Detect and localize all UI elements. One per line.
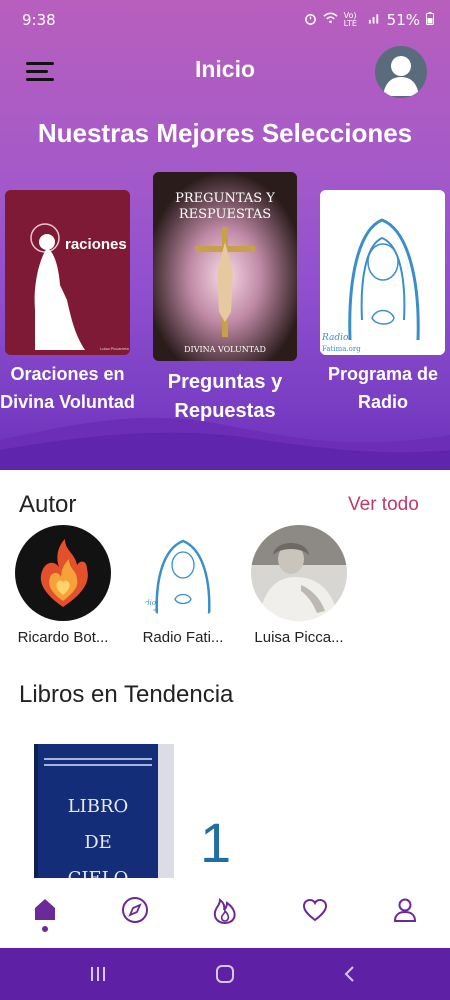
cover-text-line1: Radio xyxy=(321,333,349,343)
author-avatar xyxy=(251,525,347,621)
heart-icon xyxy=(302,898,328,922)
system-navigation-bar xyxy=(0,948,450,1000)
nav-profile[interactable] xyxy=(385,890,425,930)
author-name: Ricardo Bot... xyxy=(17,629,109,646)
alarm-icon xyxy=(304,12,317,29)
home-square-icon xyxy=(216,965,234,983)
author-item[interactable]: Ricardo Bot... xyxy=(4,525,122,646)
recent-apps-icon xyxy=(91,967,105,981)
authors-heading: Autor xyxy=(19,491,77,518)
cover-title-line1: PREGUNTAS Y xyxy=(175,191,275,206)
active-indicator-dot xyxy=(42,926,48,932)
praying-figure-image: raciones Luisa Piccarreta xyxy=(5,190,130,355)
author-name: Luisa Picca... xyxy=(254,629,344,646)
featured-label-oraciones: Oraciones en Divina Voluntad xyxy=(0,364,135,412)
logo-text-line1: adio xyxy=(141,599,156,607)
author-item[interactable]: Luisa Picca... xyxy=(240,525,358,646)
trending-book-cover[interactable]: LIBRO DE CIELO xyxy=(34,744,174,884)
bottom-navigation xyxy=(0,878,450,948)
trending-rank: 1 xyxy=(200,811,232,874)
see-all-link[interactable]: Ver todo xyxy=(348,494,419,516)
profile-avatar[interactable] xyxy=(375,46,427,98)
wifi-icon xyxy=(323,12,338,28)
user-silhouette-icon xyxy=(383,56,419,96)
featured-label-radio: Programa de Radio xyxy=(327,364,439,412)
author-avatar xyxy=(15,525,111,621)
cover-title-line2: RESPUESTAS xyxy=(179,207,271,222)
author-item[interactable]: adio tima Radio Fati... xyxy=(124,525,242,646)
radio-fatima-logo: adio tima xyxy=(135,525,231,621)
signal-label: Vo) LTE xyxy=(343,11,357,28)
nav-explore[interactable] xyxy=(115,890,155,930)
flaming-heart-icon xyxy=(15,525,111,621)
status-icons: Vo) LTE 51% xyxy=(304,11,434,29)
nav-home[interactable] xyxy=(25,890,65,932)
cover-text: raciones xyxy=(65,236,127,253)
featured-label-preguntas: Preguntas y Repuestas xyxy=(167,371,283,422)
featured-card-oraciones[interactable]: raciones Luisa Piccarreta xyxy=(5,190,130,355)
user-icon xyxy=(393,898,417,922)
home-system-button[interactable] xyxy=(213,962,237,986)
crucifix-cover-image: PREGUNTAS Y RESPUESTAS DIVINA VOLUNTAD xyxy=(153,172,297,361)
virgin-mary-image: Radio Fatima.org xyxy=(320,190,445,355)
battery-icon xyxy=(426,11,434,29)
trending-heading: Libros en Tendencia xyxy=(19,681,234,708)
book-cover-image: LIBRO DE CIELO xyxy=(38,744,174,884)
cover-text-line2: Fatima.org xyxy=(322,345,361,353)
logo-text-line2: tima xyxy=(141,607,157,615)
status-time: 9:38 xyxy=(22,11,56,29)
flame-icon xyxy=(213,897,236,925)
back-button[interactable] xyxy=(338,962,362,986)
book-cover-line1: LIBRO xyxy=(68,796,129,817)
compass-icon xyxy=(122,897,148,923)
book-cover-line2: DE xyxy=(84,832,112,853)
featured-card-preguntas[interactable]: PREGUNTAS Y RESPUESTAS DIVINA VOLUNTAD xyxy=(153,172,297,361)
author-avatar: adio tima xyxy=(135,525,231,621)
featured-card-radio[interactable]: Radio Fatima.org xyxy=(320,190,445,355)
nav-favorites[interactable] xyxy=(295,890,335,930)
home-icon xyxy=(35,899,55,920)
nav-trending[interactable] xyxy=(205,890,245,930)
luisa-portrait-image xyxy=(251,525,347,621)
signal-icon xyxy=(368,12,381,28)
author-name: Radio Fati... xyxy=(142,629,224,646)
featured-heading: Nuestras Mejores Selecciones xyxy=(37,118,413,148)
status-bar: 9:38 Vo) LTE 51% xyxy=(0,0,450,40)
cover-footer: DIVINA VOLUNTAD xyxy=(184,345,266,354)
recent-apps-button[interactable] xyxy=(86,962,110,986)
battery-level: 51% xyxy=(386,11,420,29)
cover-small-text: Luisa Piccarreta xyxy=(100,346,129,351)
back-chevron-icon xyxy=(344,966,354,982)
